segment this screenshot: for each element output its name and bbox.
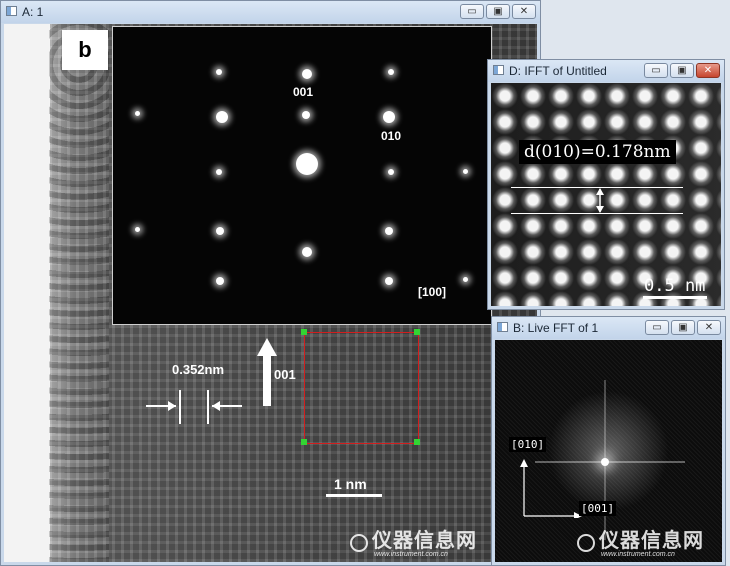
diffraction-spot	[302, 111, 310, 119]
diffraction-spot	[385, 227, 393, 235]
roi-handle-bottom-right[interactable]	[414, 439, 420, 445]
diffraction-spot	[385, 277, 393, 285]
zone-axis-label: [100]	[418, 285, 447, 299]
minimize-button[interactable]: ▭	[460, 4, 484, 19]
d-spacing-label: d(010)=0.178nm	[519, 140, 676, 164]
spot-label-001: 001	[293, 85, 314, 99]
window-fft[interactable]: B: Live FFT of 1 ▭ ▣ ✕ [010] [001] 仪器信息网…	[491, 316, 726, 566]
close-button[interactable]: ✕	[696, 63, 720, 78]
diffraction-spot	[302, 69, 312, 79]
spot-label-010: 010	[381, 129, 402, 143]
ifft-scale-bar-label: 0.5 nm	[644, 276, 706, 296]
window-title-ifft: D: IFFT of Untitled	[509, 64, 607, 78]
diffraction-spot	[383, 111, 395, 123]
diffraction-spot	[463, 277, 468, 282]
panel-label: b	[62, 30, 108, 70]
scale-bar-label: 1 nm	[334, 476, 367, 492]
fft-vertical-streak	[604, 380, 606, 540]
title-bar-fft[interactable]: B: Live FFT of 1 ▭ ▣ ✕	[492, 317, 725, 339]
close-button[interactable]: ✕	[512, 4, 536, 19]
roi-handle-bottom-left[interactable]	[301, 439, 307, 445]
direction-label: 001	[274, 367, 296, 382]
watermark: 仪器信息网 www.instrument.com.cn	[577, 524, 704, 558]
scale-bar	[326, 494, 382, 497]
fft-axis-label-010: [010]	[509, 437, 547, 452]
direction-arrow-shaft	[263, 354, 271, 406]
title-bar-ifft[interactable]: D: IFFT of Untitled ▭ ▣ ✕	[488, 60, 724, 82]
watermark-logo-icon	[577, 533, 595, 552]
diffraction-spot	[216, 111, 228, 123]
image-window-icon	[6, 6, 17, 16]
fft-image-canvas[interactable]: [010] [001] 仪器信息网 www.instrument.com.cn	[495, 340, 722, 562]
watermark-text: 仪器信息网	[599, 530, 704, 552]
lattice-spacing-marker	[146, 390, 242, 424]
diffraction-spot	[216, 277, 224, 285]
close-button[interactable]: ✕	[697, 320, 721, 335]
window-ifft[interactable]: D: IFFT of Untitled ▭ ▣ ✕ d(010)=0.178nm…	[487, 59, 725, 310]
image-border	[4, 24, 50, 562]
image-window-icon	[497, 322, 508, 332]
crystal-edge-region	[49, 24, 109, 562]
title-bar-main[interactable]: A: 1 ▭ ▣ ✕	[1, 1, 540, 23]
fft-axis-label-001: [001]	[579, 501, 617, 516]
diffraction-spot	[135, 111, 140, 116]
diffraction-spot	[388, 169, 394, 175]
minimize-button[interactable]: ▭	[644, 63, 668, 78]
watermark: 仪器信息网 www.instrument.com.cn	[350, 524, 477, 558]
roi-handle-top-right[interactable]	[414, 329, 420, 335]
window-title-fft: B: Live FFT of 1	[513, 321, 599, 335]
diffraction-spot	[216, 69, 222, 75]
watermark-url: www.instrument.com.cn	[374, 551, 448, 558]
tem-image-canvas[interactable]: b 001 010 [100] 0.352nm 001 1 nm 仪器信息网 w…	[4, 24, 537, 562]
window-title-main: A: 1	[22, 5, 44, 19]
diffraction-spot	[135, 227, 140, 232]
roi-handle-top-left[interactable]	[301, 329, 307, 335]
ifft-scale-bar	[643, 296, 707, 299]
watermark-url: www.instrument.com.cn	[601, 551, 675, 558]
watermark-text: 仪器信息网	[372, 530, 477, 552]
roi-selection-box[interactable]	[304, 332, 419, 444]
maximize-button[interactable]: ▣	[670, 63, 694, 78]
window-main[interactable]: A: 1 ▭ ▣ ✕ b 001 010 [100] 0.352nm 001 1…	[0, 0, 541, 566]
lattice-spacing-label: 0.352nm	[172, 362, 225, 377]
ifft-image-canvas[interactable]: d(010)=0.178nm 0.5 nm	[491, 83, 721, 306]
diffraction-spot	[216, 169, 222, 175]
image-window-icon	[493, 65, 504, 75]
diffraction-pattern-inset: 001 010 [100]	[112, 26, 492, 325]
diffraction-spot	[388, 69, 394, 75]
watermark-logo-icon	[350, 533, 368, 552]
maximize-button[interactable]: ▣	[671, 320, 695, 335]
diffraction-spot	[302, 247, 312, 257]
d-spacing-arrow-icon	[596, 188, 604, 213]
diffraction-spot	[296, 153, 318, 175]
minimize-button[interactable]: ▭	[645, 320, 669, 335]
diffraction-spot	[216, 227, 224, 235]
diffraction-spot	[463, 169, 468, 174]
fft-axes-arrows-icon	[520, 459, 582, 518]
maximize-button[interactable]: ▣	[486, 4, 510, 19]
